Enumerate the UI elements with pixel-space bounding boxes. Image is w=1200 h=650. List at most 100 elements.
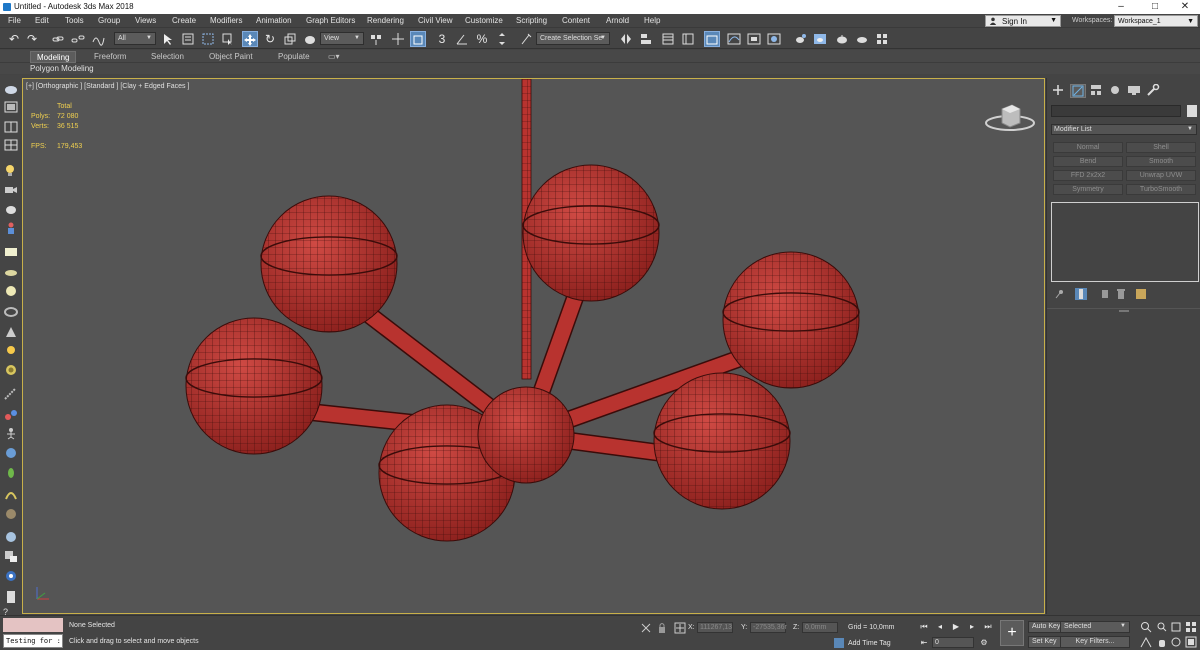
y-coord-field[interactable]: -27535,36r [750, 622, 787, 633]
bind-spacewarp-button[interactable] [90, 31, 106, 47]
tab-utilities[interactable] [1146, 83, 1162, 98]
tab-display[interactable] [1127, 84, 1143, 98]
chandelier-globe-wire[interactable] [523, 165, 659, 301]
plane-tool-button[interactable] [3, 265, 19, 279]
particle-tool-button[interactable] [3, 387, 19, 401]
object-name-field[interactable] [1051, 105, 1181, 117]
modifier-smooth-button[interactable]: Smooth [1126, 156, 1196, 167]
rect-selection-button[interactable] [200, 31, 216, 47]
keyboard-shortcut-override-button[interactable] [410, 31, 426, 47]
menu-scripting[interactable]: Scripting [516, 16, 547, 25]
box-tool-button[interactable] [3, 245, 19, 259]
tab-populate[interactable]: Populate [272, 51, 316, 63]
mirror-button[interactable] [618, 31, 634, 47]
render-in-cloud-button[interactable] [854, 31, 870, 47]
previous-frame-button[interactable]: ◂ [934, 621, 946, 632]
layout-tab-2[interactable] [3, 120, 19, 134]
help-button[interactable]: ? [3, 607, 19, 617]
zoom-extents-all-button[interactable] [1185, 621, 1197, 633]
minimize-button[interactable]: – [1106, 1, 1136, 13]
viewport-label[interactable]: [+] [Orthographic ] [Standard ] [Clay + … [26, 83, 189, 90]
redo-button[interactable]: ↷ [24, 31, 40, 47]
rendered-frame-window-button[interactable] [812, 31, 828, 47]
menu-modifiers[interactable]: Modifiers [210, 16, 242, 25]
chandelier-globe-wire[interactable] [723, 252, 859, 388]
undo-button[interactable]: ↶ [6, 31, 22, 47]
maximize-viewport-button[interactable] [1185, 636, 1197, 648]
modifier-normal-button[interactable]: Normal [1053, 142, 1123, 153]
skeleton-tool-button[interactable] [3, 426, 19, 440]
maxscript-listener-input[interactable]: Testing for : [3, 634, 63, 648]
link-button[interactable] [50, 31, 66, 47]
sphere-tool-button[interactable] [3, 284, 19, 298]
close-button[interactable]: ✕ [1170, 1, 1200, 13]
panel-grip[interactable] [1119, 310, 1129, 312]
align-button[interactable] [638, 31, 654, 47]
spinner-snap-button[interactable] [494, 31, 510, 47]
menu-graph-editors[interactable]: Graph Editors [306, 16, 355, 25]
named-selection-dropdown[interactable]: Create Selection Se ▼ [536, 32, 610, 45]
viewcube[interactable] [984, 99, 1036, 135]
set-key-button[interactable]: Set Key [1028, 636, 1061, 648]
hair-tool-button[interactable] [3, 487, 19, 501]
x-coord-field[interactable]: 111267,13 [697, 622, 733, 633]
play-button[interactable]: ▶ [950, 621, 962, 632]
modifier-shell-button[interactable]: Shell [1126, 142, 1196, 153]
select-manipulate-button[interactable] [390, 31, 406, 47]
menu-edit[interactable]: Edit [35, 16, 49, 25]
snaps-toggle-button[interactable]: 3 [434, 31, 450, 47]
modifier-bend-button[interactable]: Bend [1053, 156, 1123, 167]
select-and-scale-button[interactable] [282, 31, 298, 47]
ribbon-options-button[interactable]: ▭▾ [322, 51, 346, 63]
document-tool-button[interactable] [3, 590, 19, 604]
tab-modify[interactable] [1070, 84, 1086, 98]
cone-tool-button[interactable] [3, 325, 19, 339]
layer-explorer-button[interactable] [680, 31, 696, 47]
pivot-center-button[interactable] [368, 31, 384, 47]
mini-listener-output[interactable] [3, 618, 63, 632]
scene-tool-button[interactable] [3, 549, 19, 563]
menu-group[interactable]: Group [98, 16, 120, 25]
selection-filter-dropdown[interactable]: All ▼ [114, 32, 156, 45]
tab-object-paint[interactable]: Object Paint [203, 51, 259, 63]
curve-editor-button[interactable] [726, 31, 742, 47]
chandelier-globe-wire[interactable] [654, 373, 790, 509]
select-by-name-button[interactable] [180, 31, 196, 47]
object-color-swatch[interactable] [1187, 105, 1197, 117]
menu-arnold[interactable]: Arnold [606, 16, 629, 25]
field-of-view-button[interactable] [1140, 636, 1152, 648]
menu-tools[interactable]: Tools [65, 16, 84, 25]
light-tool-button[interactable] [3, 163, 19, 177]
modifier-stack[interactable] [1051, 202, 1199, 282]
ribbon-panel-label[interactable]: Polygon Modeling [30, 64, 94, 73]
unlink-button[interactable] [70, 31, 86, 47]
select-and-rotate-button[interactable]: ↻ [262, 31, 278, 47]
sign-in-dropdown[interactable]: Sign In ▼ [985, 15, 1061, 27]
pin-stack-button[interactable] [1053, 288, 1065, 300]
orbit-button[interactable] [1170, 636, 1182, 648]
edit-named-selection-button[interactable] [518, 31, 534, 47]
modifier-turbosmooth-button[interactable]: TurboSmooth [1126, 184, 1196, 195]
sun-tool-button[interactable] [3, 343, 19, 357]
set-keys-button[interactable]: + [1000, 620, 1024, 646]
key-mode-toggle[interactable]: ⇤ [918, 637, 930, 648]
add-time-tag-button[interactable]: Add Time Tag [848, 640, 891, 647]
material-editor-button[interactable] [766, 31, 782, 47]
scene-explorer-button[interactable] [660, 31, 676, 47]
pan-view-button[interactable] [1156, 636, 1168, 648]
time-config-button[interactable]: ⚙ [978, 637, 990, 648]
absolute-mode-toggle[interactable] [674, 622, 686, 634]
material-tool-button[interactable] [3, 530, 19, 544]
a360-gallery-button[interactable] [874, 31, 890, 47]
modifier-list-dropdown[interactable]: Modifier List ▼ [1051, 124, 1197, 135]
layout-tab-3[interactable] [3, 138, 19, 152]
schematic-view-button[interactable] [746, 31, 762, 47]
workspace-select[interactable]: Workspace_1 ▼ [1114, 15, 1198, 27]
zoom-extents-button[interactable] [1170, 621, 1182, 633]
tab-motion[interactable] [1108, 84, 1124, 98]
make-unique-button[interactable] [1099, 288, 1111, 300]
dynamics-tool-button[interactable] [3, 408, 19, 422]
menu-civil-view[interactable]: Civil View [418, 16, 453, 25]
modifier-symmetry-button[interactable]: Symmetry [1053, 184, 1123, 195]
tab-hierarchy[interactable] [1089, 84, 1105, 98]
